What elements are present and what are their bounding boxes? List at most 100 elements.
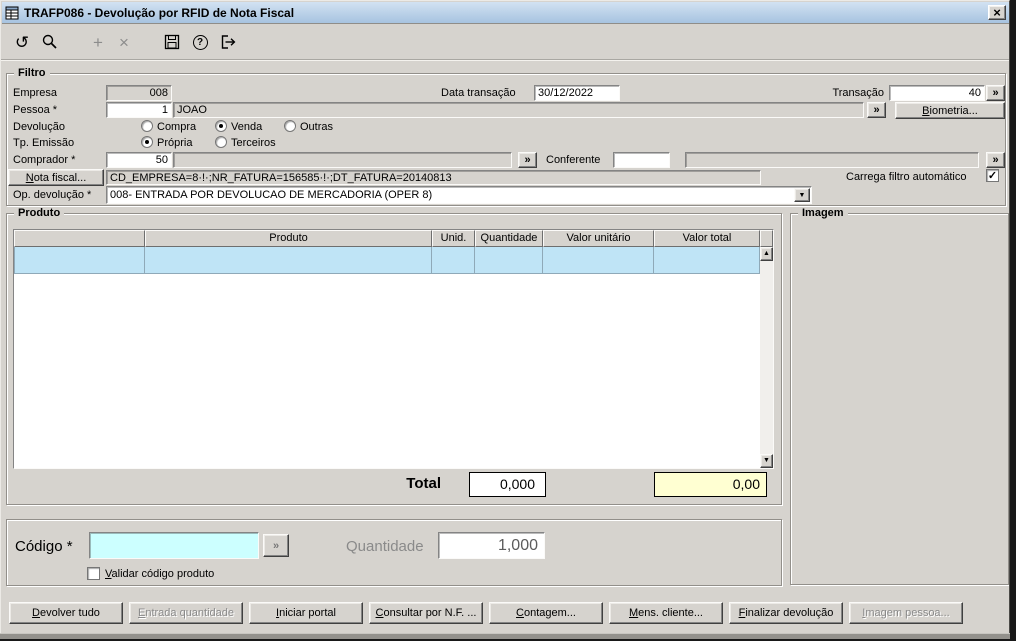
devolver-tudo-button[interactable]: Devolver tudo xyxy=(9,602,123,624)
refresh-button[interactable]: ↺ xyxy=(9,29,35,55)
total-valor-field: 0,00 xyxy=(654,472,767,497)
imagem-groupbox: Imagem xyxy=(790,207,1009,585)
codigo-lookup-button[interactable]: » xyxy=(263,534,289,557)
comprador-lookup-button[interactable]: » xyxy=(518,152,537,168)
column-header-valor-unitario[interactable]: Valor unitário xyxy=(543,230,654,247)
mens-cliente-button[interactable]: Mens. cliente... xyxy=(609,602,723,624)
transacao-label: Transação xyxy=(832,87,884,99)
close-button[interactable]: × xyxy=(988,5,1006,20)
op-devolucao-select[interactable]: 008- ENTRADA POR DEVOLUCAO DE MERCADORIA… xyxy=(106,186,812,204)
window-title: TRAFP086 - Devolução por RFID de Nota Fi… xyxy=(24,5,295,20)
table-cell[interactable] xyxy=(654,247,760,274)
nota-fiscal-field xyxy=(106,170,761,185)
produto-legend: Produto xyxy=(14,207,65,219)
search-icon xyxy=(41,33,59,51)
table-cell[interactable] xyxy=(543,247,654,274)
column-header-unid[interactable]: Unid. xyxy=(432,230,475,247)
scroll-down-icon[interactable]: ▼ xyxy=(760,454,773,468)
imagem-pessoa-button[interactable]: Imagem pessoa... xyxy=(849,602,963,624)
produto-table: Produto Unid. Quantidade Valor unitário … xyxy=(13,229,774,469)
table-cell[interactable] xyxy=(475,247,543,274)
contagem-button[interactable]: Contagem... xyxy=(489,602,603,624)
entrada-quantidade-button[interactable]: Entrada quantidade xyxy=(129,602,243,624)
radio-compra[interactable] xyxy=(141,120,153,132)
total-quantidade-field: 0,000 xyxy=(469,472,546,497)
transacao-lookup-button[interactable]: » xyxy=(986,85,1005,101)
table-cell[interactable] xyxy=(14,247,145,274)
app-icon xyxy=(5,6,19,20)
comprador-code-field[interactable] xyxy=(106,152,172,168)
empresa-label: Empresa xyxy=(13,87,58,99)
quantidade-label: Quantidade xyxy=(346,538,424,555)
dropdown-arrow-icon[interactable]: ▼ xyxy=(794,188,810,202)
devolucao-label: Devolução xyxy=(13,121,65,133)
radio-outras-label: Outras xyxy=(300,121,334,133)
exit-button[interactable] xyxy=(215,29,241,55)
carrega-filtro-checkbox[interactable] xyxy=(986,169,999,182)
table-cell[interactable] xyxy=(432,247,475,274)
iniciar-portal-button[interactable]: Iniciar portal xyxy=(249,602,363,624)
transacao-field[interactable] xyxy=(889,85,985,101)
tp-emissao-label: Tp. Emissão xyxy=(13,137,75,149)
column-header-produto[interactable]: Produto xyxy=(145,230,432,247)
scrollbar-corner xyxy=(760,230,773,247)
finalizar-devolucao-button[interactable]: Finalizar devolução xyxy=(729,602,843,624)
column-header-quantidade[interactable]: Quantidade xyxy=(475,230,543,247)
pessoa-code-field[interactable] xyxy=(106,102,172,118)
undo-icon: ↺ xyxy=(14,32,30,52)
radio-outras[interactable] xyxy=(284,120,296,132)
application-window: TRAFP086 - Devolução por RFID de Nota Fi… xyxy=(0,0,1010,633)
save-icon xyxy=(163,33,181,51)
op-devolucao-value: 008- ENTRADA POR DEVOLUCAO DE MERCADORIA… xyxy=(110,189,433,201)
empresa-field xyxy=(106,85,172,101)
window-bottom-edge xyxy=(0,633,1010,639)
op-devolucao-label: Op. devolução * xyxy=(13,189,92,201)
radio-terceiros-label: Terceiros xyxy=(231,137,276,149)
imagem-legend: Imagem xyxy=(798,207,848,219)
delete-icon: × xyxy=(119,32,129,52)
validar-codigo-checkbox[interactable] xyxy=(87,567,100,580)
pessoa-name-field xyxy=(173,102,864,118)
codigo-label: Código * xyxy=(15,538,73,555)
quantidade-input[interactable] xyxy=(438,532,545,559)
conferente-label: Conferente xyxy=(546,154,601,166)
conferente-name-field xyxy=(685,152,979,168)
nota-fiscal-button[interactable]: Nota fiscal... xyxy=(8,169,104,186)
data-transacao-label: Data transação xyxy=(441,87,516,99)
filtro-legend: Filtro xyxy=(14,67,50,79)
column-header-blank[interactable] xyxy=(14,230,145,247)
scroll-up-icon[interactable]: ▲ xyxy=(760,247,773,261)
title-bar: TRAFP086 - Devolução por RFID de Nota Fi… xyxy=(2,2,1009,24)
radio-venda[interactable] xyxy=(215,120,227,132)
delete-button[interactable]: × xyxy=(111,29,137,55)
radio-compra-label: Compra xyxy=(157,121,197,133)
pessoa-lookup-button[interactable]: » xyxy=(867,102,886,118)
conferente-code-field[interactable] xyxy=(613,152,670,168)
comprador-label: Comprador * xyxy=(13,154,76,166)
column-header-valor-total[interactable]: Valor total xyxy=(654,230,760,247)
carrega-filtro-label: Carrega filtro automático xyxy=(846,171,967,183)
radio-propria[interactable] xyxy=(141,136,153,148)
radio-venda-label: Venda xyxy=(231,121,263,133)
consultar-nf-button[interactable]: Consultar por N.F. ... xyxy=(369,602,483,624)
help-button[interactable]: ? xyxy=(187,29,213,55)
codigo-input[interactable] xyxy=(89,532,259,559)
search-button[interactable] xyxy=(37,29,63,55)
biometria-button[interactable]: Biometria... xyxy=(895,102,1005,119)
radio-terceiros[interactable] xyxy=(215,136,227,148)
add-button[interactable]: + xyxy=(85,29,111,55)
total-label: Total xyxy=(406,475,441,492)
radio-propria-label: Própria xyxy=(157,137,193,149)
scrollbar-track[interactable] xyxy=(760,261,773,454)
table-cell[interactable] xyxy=(145,247,432,274)
conferente-lookup-button[interactable]: » xyxy=(986,152,1005,168)
pessoa-label: Pessoa * xyxy=(13,104,58,116)
validar-codigo-label: Validar código produto xyxy=(105,568,215,580)
exit-icon xyxy=(219,33,237,51)
data-transacao-field[interactable] xyxy=(534,85,620,101)
toolbar-separator xyxy=(1,59,1009,61)
plus-icon: + xyxy=(93,32,103,52)
save-button[interactable] xyxy=(159,29,185,55)
comprador-name-field xyxy=(173,152,512,168)
help-icon: ? xyxy=(192,34,208,50)
